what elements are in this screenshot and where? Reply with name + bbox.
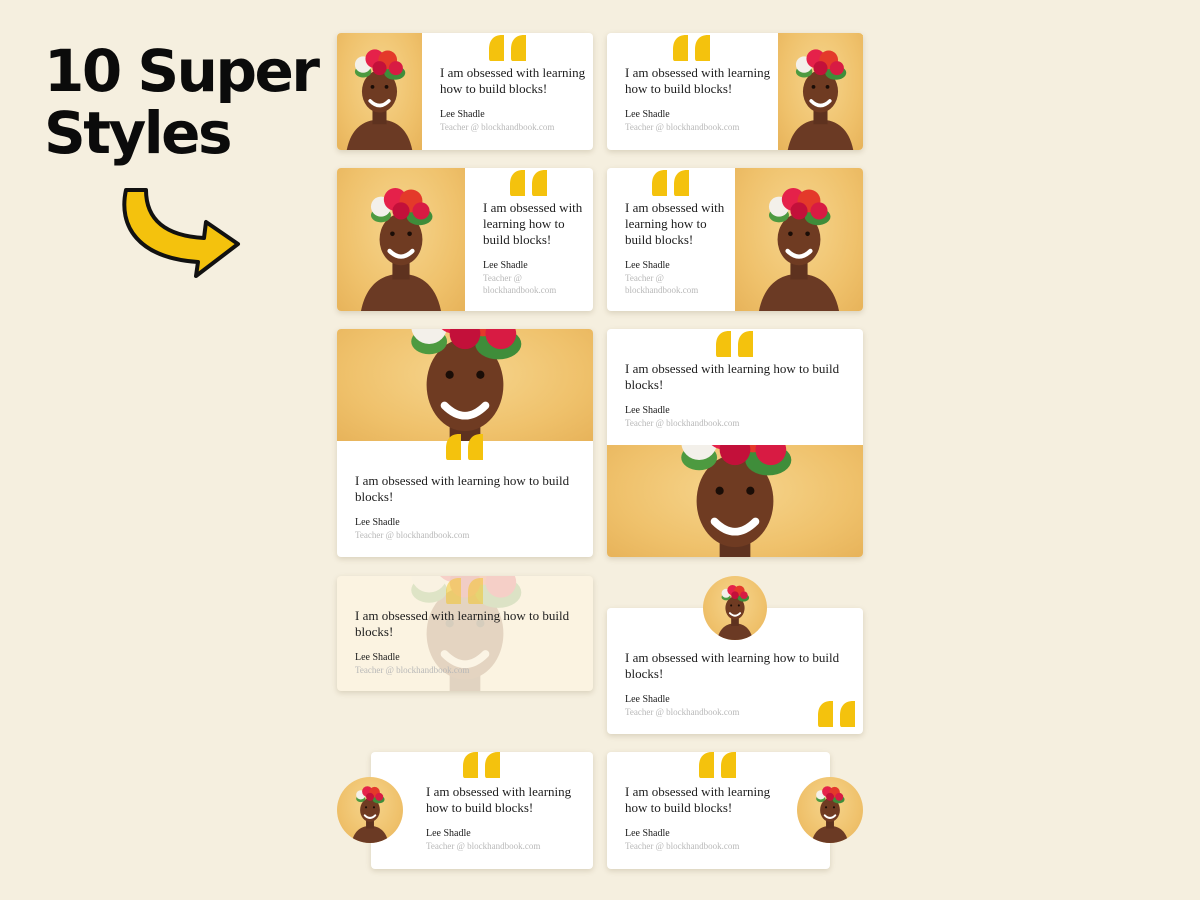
author-name: Lee Shadle	[355, 652, 400, 663]
avatar	[797, 777, 863, 843]
author-name: Lee Shadle	[440, 109, 485, 120]
quote-mark-icon	[507, 168, 551, 196]
quote-text: I am obsessed with learning how to build…	[625, 361, 840, 392]
quote-text: I am obsessed with learning how to build…	[625, 200, 725, 247]
avatar	[337, 777, 403, 843]
quote-text: I am obsessed with learning how to build…	[440, 65, 586, 96]
quote-text: I am obsessed with learning how to build…	[483, 200, 583, 247]
author-role: Teacher @ blockhandbook.com	[625, 841, 740, 851]
author-name: Lee Shadle	[483, 260, 528, 271]
headline-line-2: Styles	[44, 99, 233, 167]
testimonial-card-image-bottom: I am obsessed with learning how to build…	[607, 329, 863, 557]
portrait-photo	[337, 168, 465, 311]
portrait-photo	[735, 168, 863, 311]
quote-text: I am obsessed with learning how to build…	[355, 608, 570, 639]
quote-mark-icon	[486, 33, 530, 61]
quote-text: I am obsessed with learning how to build…	[355, 473, 570, 504]
author-role: Teacher @ blockhandbook.com	[625, 122, 740, 132]
testimonial-card-image-left-half: I am obsessed with learning how to build…	[337, 168, 593, 311]
portrait-photo	[607, 445, 863, 557]
author-role: Teacher @ blockhandbook.com	[625, 273, 699, 295]
quote-mark-icon	[460, 750, 504, 778]
author-role: Teacher @ blockhandbook.com	[625, 707, 740, 717]
quote-mark-icon	[649, 168, 693, 196]
portrait-photo	[337, 33, 422, 150]
author-role: Teacher @ blockhandbook.com	[483, 273, 557, 295]
avatar	[703, 576, 767, 640]
quote-text: I am obsessed with learning how to build…	[426, 784, 572, 815]
quote-mark-icon	[815, 699, 859, 727]
quote-mark-icon	[713, 329, 757, 357]
quote-text: I am obsessed with learning how to build…	[625, 65, 771, 96]
headline: 10 Super Styles	[44, 37, 320, 167]
author-role: Teacher @ blockhandbook.com	[625, 418, 740, 428]
quote-mark-icon	[443, 576, 487, 604]
quote-mark-icon	[443, 432, 487, 460]
quote-text: I am obsessed with learning how to build…	[625, 784, 771, 815]
author-name: Lee Shadle	[625, 260, 670, 271]
headline-line-1: 10 Super	[44, 37, 320, 105]
portrait-photo	[778, 33, 863, 150]
curved-arrow-icon	[122, 188, 240, 278]
testimonial-card-image-right-small: I am obsessed with learning how to build…	[607, 33, 863, 150]
portrait-photo	[337, 329, 593, 441]
quote-mark-icon	[696, 750, 740, 778]
author-role: Teacher @ blockhandbook.com	[440, 122, 555, 132]
author-role: Teacher @ blockhandbook.com	[355, 530, 470, 540]
author-role: Teacher @ blockhandbook.com	[426, 841, 541, 851]
author-name: Lee Shadle	[625, 828, 670, 839]
author-name: Lee Shadle	[426, 828, 471, 839]
testimonial-card-image-left-small: I am obsessed with learning how to build…	[337, 33, 863, 150]
testimonial-card-image-right-half: I am obsessed with learning how to build…	[607, 168, 863, 311]
author-name: Lee Shadle	[625, 405, 670, 416]
author-name: Lee Shadle	[355, 517, 400, 528]
quote-mark-icon	[670, 33, 714, 61]
quote-text: I am obsessed with learning how to build…	[625, 650, 840, 681]
author-role: Teacher @ blockhandbook.com	[355, 665, 470, 675]
author-name: Lee Shadle	[625, 694, 670, 705]
author-name: Lee Shadle	[625, 109, 670, 120]
